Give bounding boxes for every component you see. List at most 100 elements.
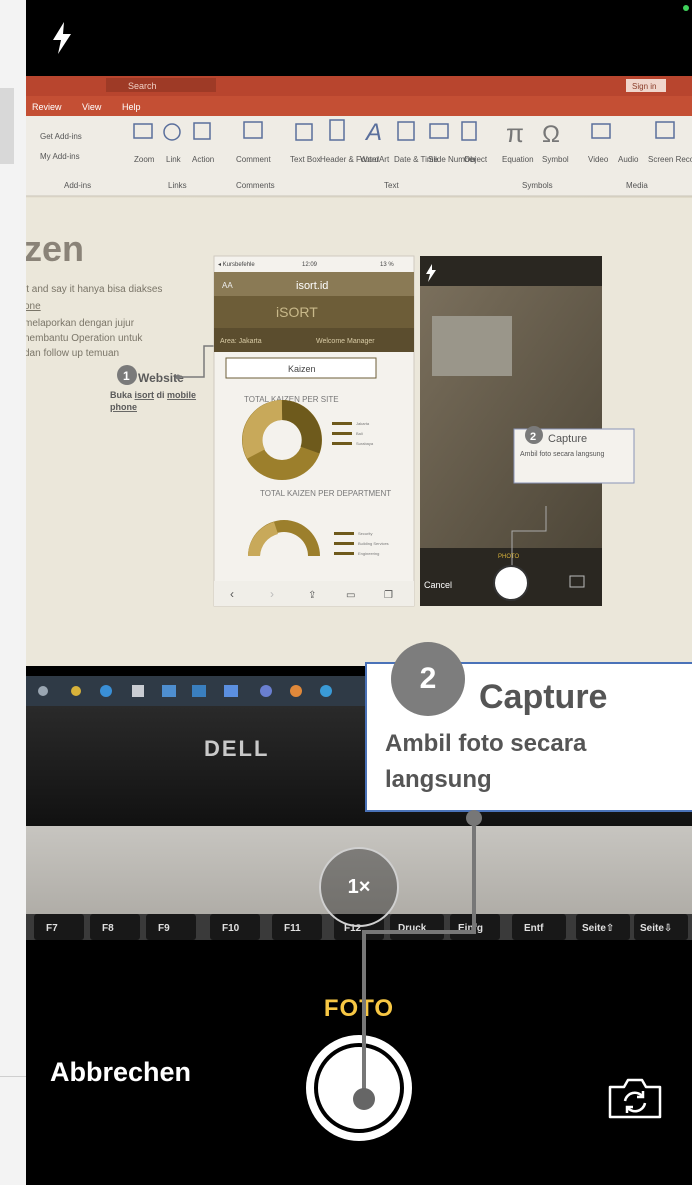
ribbon-tab-view: View	[82, 102, 102, 112]
mini-forward-icon: ›	[270, 587, 274, 601]
text-textbox: Text Box	[290, 155, 321, 164]
taskbar-icon	[132, 685, 144, 697]
callout-description-line: Ambil foto secara	[385, 730, 587, 757]
slide-body-line: it and say it hanya bisa diakses	[26, 284, 162, 295]
camera-top-bar	[26, 0, 692, 76]
key-label: F11	[284, 923, 301, 934]
key-label: Einfg	[458, 923, 483, 934]
mini-step2-title: Capture	[548, 433, 587, 445]
comments-group-label: Comments	[236, 181, 275, 190]
slide-body-line: nembantu Operation untuk	[26, 333, 143, 344]
mini-camera-mode: PHOTO	[498, 554, 520, 560]
slide-body-line: dan follow up temuan	[26, 348, 119, 359]
symbol-icon: Ω	[542, 121, 560, 148]
callout-step-badge: 2	[391, 642, 465, 716]
callout-description: Ambil foto secara langsung	[385, 726, 685, 798]
text-object: Object	[464, 155, 488, 164]
media-audio: Audio	[618, 155, 639, 164]
slide-title: zen	[26, 228, 84, 269]
mini-legend-label: Engineering	[358, 551, 379, 556]
comments-comment: Comment	[236, 155, 271, 164]
key	[146, 914, 196, 940]
taskbar-icon	[320, 685, 332, 697]
key-label: F10	[222, 923, 240, 934]
mini-status-right: 13 %	[380, 262, 394, 268]
addins-my: My Add-ins	[40, 152, 80, 161]
switch-camera-icon[interactable]	[606, 1075, 664, 1121]
links-group-label: Links	[168, 181, 187, 190]
mini-step2-desc: Ambil foto secara langsung	[520, 451, 605, 458]
mini-brand: iSORT	[276, 304, 318, 320]
media-group-label: Media	[626, 181, 648, 190]
addins-group-label: Add-ins	[64, 181, 91, 190]
camera-mode-label[interactable]: FOTO	[26, 995, 692, 1023]
step1-desc: Buka isort di mobile	[110, 390, 196, 400]
camera-screen: Search Sign in Review View Help Get Add-…	[26, 0, 692, 1185]
key	[34, 914, 84, 940]
camera-bottom-bar: FOTO Abbrechen	[26, 940, 692, 1185]
taskbar-icon	[192, 685, 206, 697]
key-label: Seite⇧	[582, 923, 614, 934]
symbols-equation: Equation	[502, 155, 534, 164]
links-action: Action	[192, 155, 214, 164]
mini-legend-label: Jakarta	[356, 421, 370, 426]
mini-back-icon: ‹	[230, 587, 234, 601]
mini-legend-label: Bali	[356, 431, 363, 436]
flash-icon[interactable]	[50, 20, 74, 56]
mini-legend-label: Building Services	[358, 541, 389, 546]
step1-number: 1	[123, 369, 130, 383]
ribbon-tab-help: Help	[122, 102, 141, 112]
taskbar-icon	[290, 685, 302, 697]
taskbar-icon	[224, 685, 238, 697]
taskbar-icon	[38, 686, 48, 696]
mini-camera-cancel: Cancel	[424, 580, 452, 590]
step1-desc-line2: phone	[110, 402, 137, 412]
callout-description-line: langsung	[385, 766, 492, 793]
ribbon-search-placeholder: Search	[128, 81, 157, 91]
ribbon-search-box	[106, 78, 216, 92]
key-label: F9	[158, 923, 170, 934]
zoom-button[interactable]: 1×	[319, 847, 399, 927]
links-zoom: Zoom	[134, 155, 155, 164]
slide-body-line: one	[26, 301, 41, 312]
mini-legend-swatch	[332, 432, 352, 435]
background-slide-edge	[0, 0, 26, 1185]
mini-share-icon: ⇪	[308, 590, 316, 601]
mini-filter-role: Welcome Manager	[316, 338, 375, 345]
mini-legend-swatch	[334, 542, 354, 545]
addins-get: Get Add-ins	[40, 132, 82, 141]
step1-connector-dot	[175, 374, 181, 380]
mini-legend-swatch	[332, 422, 352, 425]
mini-search-text: Kaizen	[288, 364, 316, 374]
media-video: Video	[588, 155, 609, 164]
taskbar-icon	[71, 686, 81, 696]
key-label: Druck	[398, 923, 427, 934]
ribbon-tab-review: Review	[32, 102, 62, 112]
taskbar-icon	[162, 685, 176, 697]
divider	[0, 1076, 26, 1077]
shutter-inner-ring	[314, 1043, 404, 1133]
key-label: Entf	[524, 923, 544, 934]
shutter-button[interactable]	[306, 1035, 412, 1141]
camera-indicator-dot	[683, 5, 689, 11]
laptop-brand: DELL	[204, 736, 269, 761]
capture-callout: 2 Capture Ambil foto secara langsung	[365, 642, 692, 812]
mini-legend-swatch	[334, 532, 354, 535]
mini-camera-laptop	[432, 316, 512, 376]
mini-status-time: 12:09	[302, 262, 318, 268]
sign-in-label: Sign in	[632, 82, 656, 91]
mini-chart2-title: TOTAL KAIZEN PER DEPARTMENT	[260, 489, 391, 498]
taskbar-icon	[260, 685, 272, 697]
media-screen-recording: Screen Recording	[648, 155, 692, 164]
cancel-button[interactable]: Abbrechen	[50, 1057, 191, 1088]
equation-icon: π	[506, 118, 524, 148]
taskbar-icon	[100, 685, 112, 697]
mini-legend-swatch	[332, 442, 352, 445]
mini-camera-shutter	[493, 565, 529, 601]
wordart-icon: A	[364, 119, 382, 146]
mini-filter-site: Area: Jakarta	[220, 338, 262, 345]
mini-bookmarks-icon: ▭	[346, 590, 355, 601]
mini-font-size-button: AA	[222, 281, 233, 290]
key	[90, 914, 140, 940]
symbols-symbol: Symbol	[542, 155, 569, 164]
